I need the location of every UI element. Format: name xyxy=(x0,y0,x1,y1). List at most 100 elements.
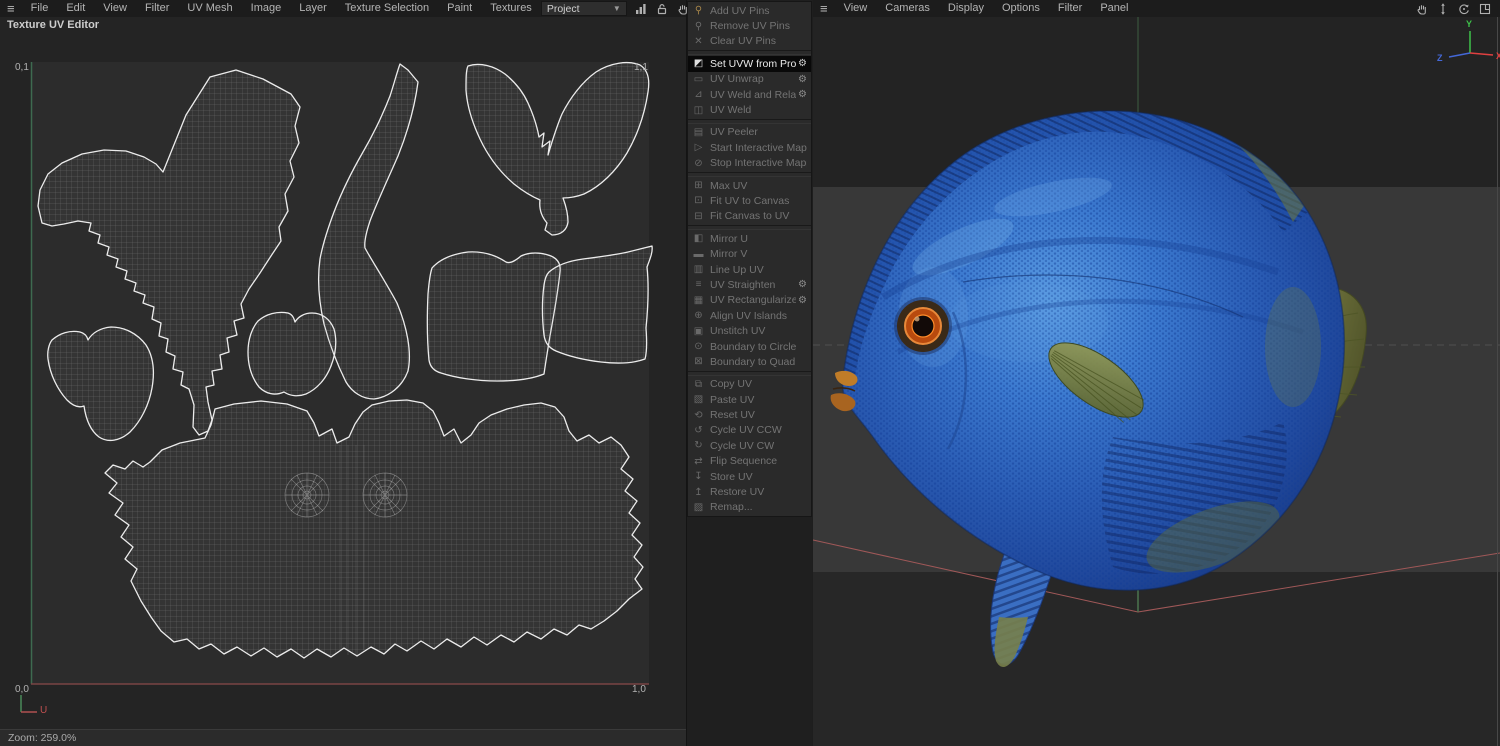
uv-menu-item-icon: ▷ xyxy=(694,142,703,154)
uv-menu-item-label: Set UVW from Projection xyxy=(710,57,797,70)
uv-menu-item[interactable]: ≡ UV Straighten ⚙ xyxy=(688,277,811,292)
viewport-menubar: ≡ View Cameras Display Options Filter Panel xyxy=(813,0,1500,17)
menu-item[interactable]: UV Mesh xyxy=(178,0,241,17)
uv-menu-item[interactable]: ⚲ Remove UV Pins xyxy=(688,18,811,33)
uv-menu-item[interactable]: ⚲ Add UV Pins xyxy=(688,3,811,18)
uv-editor-pane: ≡ File Edit View Filter UV Mesh Image Layer Tex… xyxy=(0,0,709,746)
uv-menu-item[interactable]: ▥ Line Up UV xyxy=(688,262,811,277)
status-bar: Zoom: 259.0% xyxy=(0,729,686,746)
menu-separator xyxy=(688,118,811,124)
uv-menu-item[interactable]: ⊘ Stop Interactive Mapping xyxy=(688,156,811,171)
uv-menu-item[interactable]: ▨ Remap... xyxy=(688,500,811,515)
uv-menu-item[interactable]: ⊠ Boundary to Quad xyxy=(688,354,811,369)
uv-menu-item[interactable]: ↺ Cycle UV CCW xyxy=(688,423,811,438)
uv-menu-item[interactable]: ▤ UV Peeler xyxy=(688,125,811,140)
pan-hand-icon[interactable] xyxy=(1415,2,1429,16)
uv-menu-item-icon: ⊟ xyxy=(694,210,703,222)
menu-item[interactable]: View xyxy=(94,0,136,17)
uv-menu-item-icon: ▨ xyxy=(693,501,704,513)
uv-commands-strip: ⚲ Add UV Pins ⚲ Remove UV Pins ✕ Clear U… xyxy=(687,0,812,746)
menu-item[interactable]: Image xyxy=(242,0,291,17)
menu-item[interactable]: Edit xyxy=(57,0,94,17)
menu-item[interactable]: View xyxy=(835,0,877,17)
uv-menu-item-label: Restore UV xyxy=(710,486,765,499)
menu-item[interactable]: Paint xyxy=(438,0,481,17)
menu-item[interactable]: Filter xyxy=(136,0,178,17)
uv-menu-item[interactable]: ⊞ Max UV xyxy=(688,178,811,193)
uv-menu-item[interactable]: ⇄ Flip Sequence xyxy=(688,454,811,469)
pane-title: Texture UV Editor xyxy=(7,19,100,31)
uv-menu-item-icon: ✕ xyxy=(694,35,703,47)
zoom-level: Zoom: 259.0% xyxy=(8,732,77,744)
uv-menu-item-label: Reset UV xyxy=(710,409,755,422)
viewport-canvas[interactable]: Y X Z xyxy=(812,17,1500,746)
gear-icon[interactable]: ⚙ xyxy=(796,58,807,69)
dolly-icon[interactable] xyxy=(1436,2,1450,16)
uv-menu-item[interactable]: ▷ Start Interactive Mapping xyxy=(688,140,811,155)
lock-icon[interactable] xyxy=(655,2,669,16)
uv-menu-item[interactable]: ⧉ Copy UV xyxy=(688,377,811,392)
uv-menu-item[interactable]: ▭ UV Unwrap ⚙ xyxy=(688,72,811,87)
uv-menu-item[interactable]: ⊙ Boundary to Circle xyxy=(688,339,811,354)
menu-item[interactable]: Options xyxy=(993,0,1049,17)
chevron-down-icon: ▼ xyxy=(612,4,621,13)
menu-item[interactable]: Filter xyxy=(1049,0,1091,17)
uv-menu-item[interactable]: ▦ UV Rectangularize ⚙ xyxy=(688,293,811,308)
uv-menu-item-icon: ⟲ xyxy=(694,409,703,421)
menu-item[interactable]: Panel xyxy=(1091,0,1137,17)
uv-menu-item[interactable]: ↧ Store UV xyxy=(688,469,811,484)
uv-menu-item[interactable]: ◩ Set UVW from Projection ⚙ xyxy=(688,56,811,72)
menu-item[interactable]: File xyxy=(22,0,58,17)
maximize-icon[interactable] xyxy=(1478,2,1492,16)
uv-menu-item-label: Boundary to Circle xyxy=(710,340,797,353)
uv-menu-item[interactable]: ⊟ Fit Canvas to UV xyxy=(688,209,811,224)
viewport-3d[interactable]: Y X Z xyxy=(812,17,1500,746)
menu-item[interactable]: Texture Selection xyxy=(336,0,438,17)
uv-menu-item-icon: ↻ xyxy=(694,440,703,452)
uv-menu-item-icon: ▣ xyxy=(693,325,704,337)
uv-menu-item-label: UV Straighten xyxy=(710,278,776,291)
rotate-icon[interactable] xyxy=(1457,2,1471,16)
menu-item[interactable]: Textures xyxy=(481,0,541,17)
uv-menu-item[interactable]: ⟲ Reset UV xyxy=(688,407,811,422)
project-dropdown-value: Project xyxy=(546,2,580,15)
gear-icon[interactable]: ⚙ xyxy=(796,74,807,85)
uv-menu-item-label: UV Rectangularize xyxy=(710,294,797,307)
gear-icon[interactable]: ⚙ xyxy=(796,89,807,100)
uv-menu-item[interactable]: ◫ UV Weld xyxy=(688,102,811,117)
gear-icon[interactable]: ⚙ xyxy=(796,279,807,290)
axis-label-y: Y xyxy=(1466,19,1472,29)
uv-menu-item[interactable]: ⊿ UV Weld and Relax ⚙ xyxy=(688,87,811,102)
menu-item[interactable]: Layer xyxy=(290,0,336,17)
uv-menu-item[interactable]: ⊡ Fit UV to Canvas xyxy=(688,193,811,208)
uv-corner-label-10: 1,0 xyxy=(632,684,646,695)
hamburger-icon[interactable]: ≡ xyxy=(0,0,22,17)
menu-item[interactable]: Cameras xyxy=(876,0,939,17)
uv-menu-item-icon: ↺ xyxy=(694,424,703,436)
uv-corner-label-00: 0,0 xyxy=(15,684,29,695)
uv-menu-item[interactable]: ↻ Cycle UV CW xyxy=(688,438,811,453)
uv-menu-item-label: Store UV xyxy=(710,470,753,483)
uv-menu-item-icon: ◩ xyxy=(693,58,704,70)
gear-icon[interactable]: ⚙ xyxy=(796,295,807,306)
uv-menu-item[interactable]: ▧ Paste UV xyxy=(688,392,811,407)
hamburger-icon[interactable]: ≡ xyxy=(813,0,835,17)
uv-menu-item[interactable]: ▬ Mirror V xyxy=(688,246,811,261)
uv-menu-item[interactable]: ✕ Clear UV Pins xyxy=(688,34,811,49)
histogram-icon[interactable] xyxy=(634,2,648,16)
fish-eye xyxy=(894,297,952,355)
uv-menu-item-label: UV Weld and Relax xyxy=(710,88,797,101)
uv-canvas[interactable] xyxy=(0,0,686,746)
uv-menu-item[interactable]: ◧ Mirror U xyxy=(688,231,811,246)
uv-menu-item[interactable]: ⊕ Align UV Islands xyxy=(688,308,811,323)
uv-menu-item-label: UV Weld xyxy=(710,104,752,117)
uv-menu-item-label: Boundary to Quad xyxy=(710,355,796,368)
menu-item[interactable]: Display xyxy=(939,0,993,17)
viewport-pane: ≡ View Cameras Display Options Filter Panel xyxy=(812,0,1500,746)
axis-label-x: X xyxy=(1496,51,1500,61)
uv-menu-item[interactable]: ▣ Unstitch UV xyxy=(688,323,811,338)
uv-menu-item-label: Flip Sequence xyxy=(710,455,778,468)
project-dropdown[interactable]: Project ▼ xyxy=(540,1,627,16)
uv-menu-item[interactable]: ↥ Restore UV xyxy=(688,484,811,499)
uv-menu-item-label: Copy UV xyxy=(710,378,753,391)
